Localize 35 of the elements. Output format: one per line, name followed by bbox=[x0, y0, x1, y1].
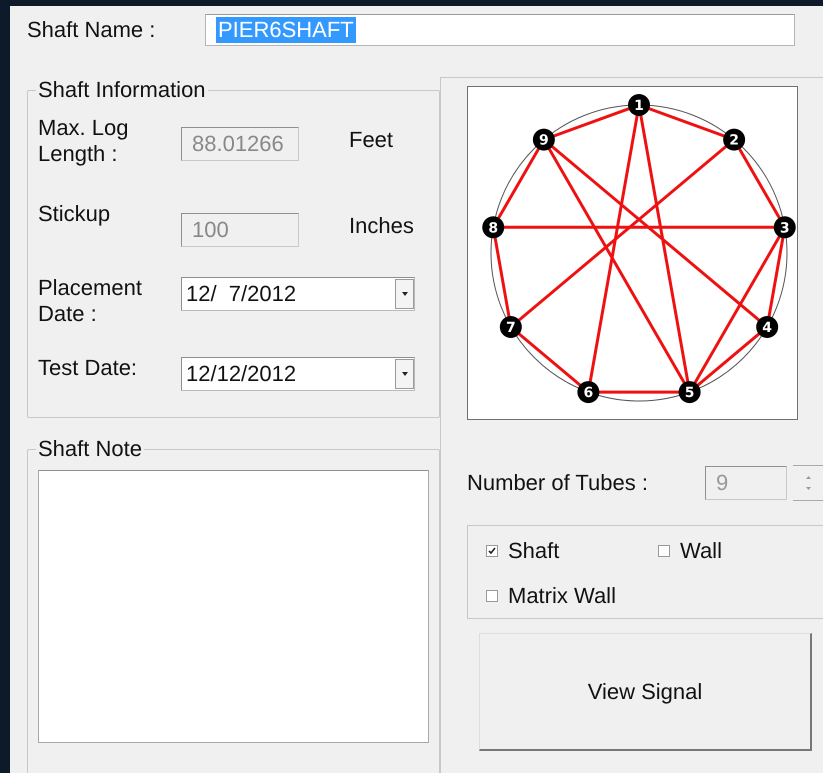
dropdown-button[interactable] bbox=[395, 279, 414, 309]
unit-label: Feet bbox=[349, 127, 394, 154]
caret-icon bbox=[402, 292, 408, 296]
checkmark-icon bbox=[488, 547, 496, 555]
tube-marker: 7 bbox=[500, 316, 522, 338]
view-signal-button[interactable]: View Signal bbox=[479, 633, 812, 751]
tube-marker: 2 bbox=[723, 128, 746, 151]
shaft-name-label: Shaft Name : bbox=[27, 16, 156, 44]
unit-label: Inches bbox=[349, 213, 415, 240]
tube-marker: 1 bbox=[628, 94, 650, 116]
group-title: Shaft Information bbox=[37, 77, 207, 103]
field-label: Placement Date : bbox=[38, 275, 143, 328]
field-label: Stickup bbox=[38, 201, 112, 228]
option-checkbox[interactable]: Matrix Wall bbox=[486, 577, 658, 615]
field-label: Max. Log Length : bbox=[38, 115, 130, 168]
field-label: Test Date: bbox=[38, 355, 138, 382]
tube-marker: 4 bbox=[756, 316, 778, 338]
tube-marker: 6 bbox=[577, 381, 600, 404]
date-picker[interactable]: 12/12/2012 bbox=[181, 357, 415, 391]
note-field[interactable] bbox=[38, 470, 429, 743]
tube-marker: 3 bbox=[774, 216, 796, 238]
date-picker[interactable]: 12/ 7/2012 bbox=[181, 277, 415, 311]
tubes-label: Number of Tubes : bbox=[467, 470, 649, 496]
dropdown-button[interactable] bbox=[395, 359, 414, 389]
down-arrow-icon bbox=[806, 487, 810, 490]
option-checkbox[interactable]: Shaft bbox=[486, 532, 658, 570]
option-checkbox[interactable]: Wall bbox=[658, 532, 823, 570]
up-arrow-icon bbox=[806, 476, 810, 479]
tube-marker: 9 bbox=[532, 128, 555, 151]
group-title: Shaft Note bbox=[37, 436, 143, 462]
tube-marker: 8 bbox=[482, 216, 504, 238]
tube-marker: 5 bbox=[678, 381, 701, 404]
caret-icon bbox=[402, 372, 408, 376]
readonly-field: 88.01266 bbox=[181, 127, 299, 161]
readonly-field: 100 bbox=[181, 213, 299, 247]
